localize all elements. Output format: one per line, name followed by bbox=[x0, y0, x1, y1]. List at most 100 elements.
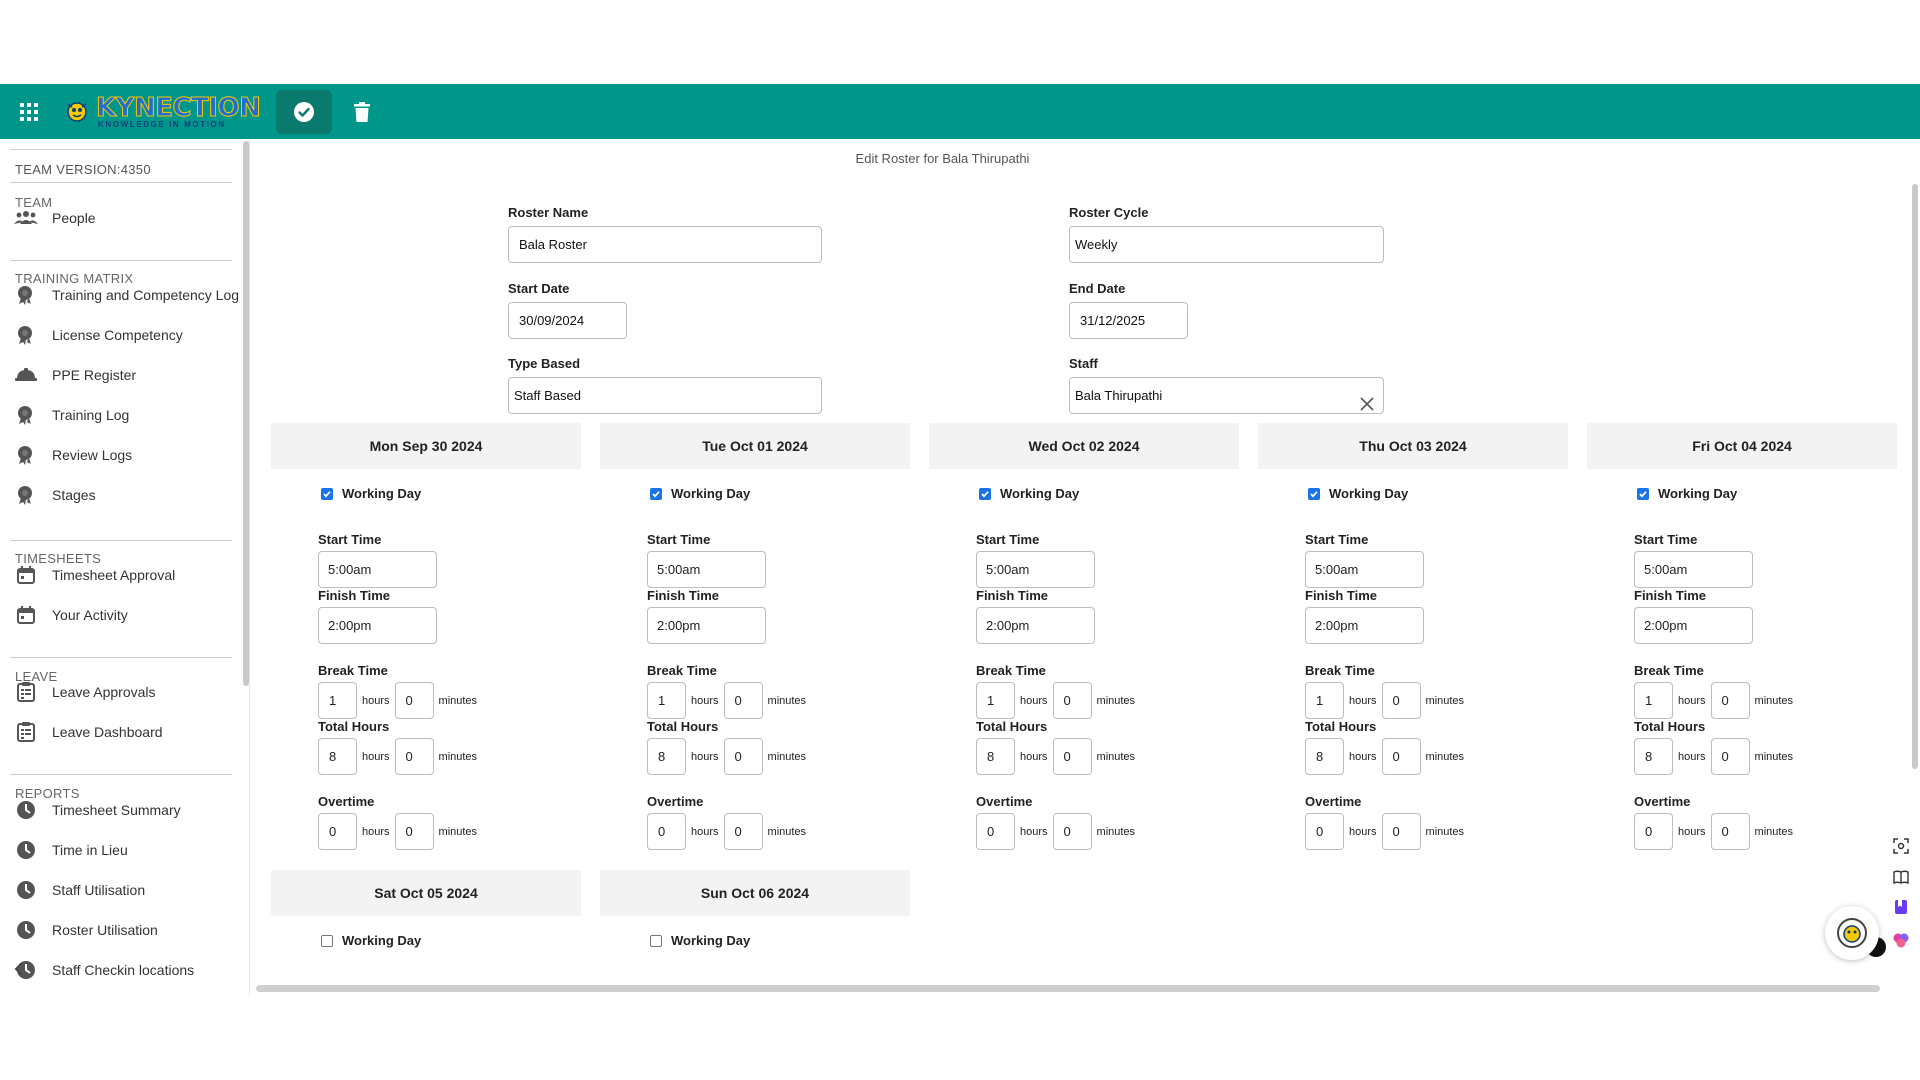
finish-time-input[interactable]: 2:00pm bbox=[318, 607, 437, 644]
total-hours-minutes-input[interactable]: 0 bbox=[1052, 738, 1092, 775]
apps-grid-icon[interactable] bbox=[20, 103, 38, 121]
page-title: Edit Roster for Bala Thirupathi bbox=[855, 151, 1030, 166]
break-time-minutes-input[interactable]: 0 bbox=[1710, 682, 1750, 719]
start-date-input[interactable]: 30/09/2024 bbox=[508, 302, 627, 339]
vertical-scrollbar[interactable] bbox=[1912, 184, 1918, 769]
start-date-label: Start Date bbox=[508, 281, 570, 296]
roster-name-input[interactable]: Bala Roster bbox=[508, 226, 822, 263]
sidebar-scrollbar[interactable] bbox=[243, 141, 249, 686]
total-hours-hours-input[interactable]: 8 bbox=[1634, 738, 1673, 775]
start-time-input[interactable]: 5:00am bbox=[976, 551, 1095, 588]
end-date-input[interactable]: 31/12/2025 bbox=[1069, 302, 1188, 339]
total-hours-hours-input[interactable]: 8 bbox=[647, 738, 686, 775]
total-hours-minutes-input[interactable]: 0 bbox=[723, 738, 763, 775]
sidebar-item-label: Training and Competency Log bbox=[52, 287, 240, 303]
sidebar-item-your-activity[interactable]: Your Activity bbox=[10, 598, 240, 632]
assistant-avatar-button[interactable] bbox=[1825, 906, 1879, 960]
working-day-checkbox[interactable]: Working Day bbox=[321, 486, 421, 501]
overtime-hours-input[interactable]: 0 bbox=[318, 813, 357, 850]
overtime-hours-input[interactable]: 0 bbox=[976, 813, 1015, 850]
overtime-hours-input[interactable]: 0 bbox=[647, 813, 686, 850]
sidebar-item-leave-approvals[interactable]: Leave Approvals bbox=[10, 675, 240, 709]
break-time-minutes-input[interactable]: 0 bbox=[723, 682, 763, 719]
sidebar-item-people[interactable]: People bbox=[10, 201, 240, 235]
sidebar-item-training-log[interactable]: Training Log bbox=[10, 398, 240, 432]
overtime-hours-input[interactable]: 0 bbox=[1634, 813, 1673, 850]
start-time-input[interactable]: 5:00am bbox=[647, 551, 766, 588]
break-time-hours-input[interactable]: 1 bbox=[318, 682, 357, 719]
break-time-minutes-input[interactable]: 0 bbox=[394, 682, 434, 719]
book-icon[interactable] bbox=[1892, 868, 1910, 886]
break-time-minutes-input[interactable]: 0 bbox=[1381, 682, 1421, 719]
working-day-label: Working Day bbox=[1329, 486, 1409, 501]
bookmark-icon[interactable] bbox=[1892, 898, 1910, 916]
checkbox-icon[interactable] bbox=[321, 934, 333, 947]
start-time-input[interactable]: 5:00am bbox=[1305, 551, 1424, 588]
overtime-minutes-input[interactable]: 0 bbox=[1710, 813, 1750, 850]
break-time-hours-input[interactable]: 1 bbox=[1634, 682, 1673, 719]
overtime-label: Overtime bbox=[1634, 794, 1691, 809]
total-hours-hours-input[interactable]: 8 bbox=[318, 738, 357, 775]
sidebar-item-training-and-competency-log[interactable]: Training and Competency Log bbox=[10, 278, 240, 312]
total-hours-minutes-input[interactable]: 0 bbox=[394, 738, 434, 775]
overtime-minutes-input[interactable]: 0 bbox=[394, 813, 434, 850]
finish-time-label: Finish Time bbox=[976, 588, 1048, 603]
total-hours-hours-input[interactable]: 8 bbox=[1305, 738, 1344, 775]
sidebar-item-timesheet-approval[interactable]: Timesheet Approval bbox=[10, 558, 240, 592]
staff-select[interactable]: Bala Thirupathi bbox=[1069, 377, 1384, 414]
finish-time-input[interactable]: 2:00pm bbox=[976, 607, 1095, 644]
sidebar-item-staff-checkin-locations[interactable]: Staff Checkin locations bbox=[10, 953, 240, 987]
sidebar-item-time-in-lieu[interactable]: Time in Lieu bbox=[10, 833, 240, 867]
total-hours-hours-input[interactable]: 8 bbox=[976, 738, 1015, 775]
save-button[interactable] bbox=[276, 90, 332, 134]
roster-cycle-select[interactable]: Weekly bbox=[1069, 226, 1384, 263]
break-time-hours-input[interactable]: 1 bbox=[1305, 682, 1344, 719]
working-day-checkbox[interactable]: Working Day bbox=[650, 933, 750, 948]
working-day-checkbox[interactable]: Working Day bbox=[321, 933, 421, 948]
start-time-input[interactable]: 5:00am bbox=[1634, 551, 1753, 588]
start-time-label: Start Time bbox=[1305, 532, 1369, 547]
type-based-select[interactable]: Staff Based bbox=[508, 377, 822, 414]
checkbox-icon[interactable] bbox=[1637, 487, 1649, 500]
overtime-minutes-input[interactable]: 0 bbox=[723, 813, 763, 850]
delete-button[interactable] bbox=[350, 98, 374, 126]
start-time-input[interactable]: 5:00am bbox=[318, 551, 437, 588]
working-day-checkbox[interactable]: Working Day bbox=[1308, 486, 1408, 501]
brain-icon[interactable] bbox=[1892, 931, 1910, 949]
finish-time-input[interactable]: 2:00pm bbox=[1305, 607, 1424, 644]
break-time-hours-input[interactable]: 1 bbox=[976, 682, 1015, 719]
sidebar-item-review-logs[interactable]: Review Logs bbox=[10, 438, 240, 472]
roster-cycle-label: Roster Cycle bbox=[1069, 205, 1149, 220]
collapse-sidebar-button[interactable] bbox=[8, 958, 30, 980]
sidebar-item-roster-utilisation[interactable]: Roster Utilisation bbox=[10, 913, 240, 947]
sidebar-item-stages[interactable]: Stages bbox=[10, 478, 240, 512]
working-day-checkbox[interactable]: Working Day bbox=[1637, 486, 1737, 501]
checkbox-icon[interactable] bbox=[979, 487, 991, 500]
break-time-minutes-input[interactable]: 0 bbox=[1052, 682, 1092, 719]
break-time-hours-input[interactable]: 1 bbox=[647, 682, 686, 719]
day-header: Fri Oct 04 2024 bbox=[1587, 423, 1897, 469]
working-day-checkbox[interactable]: Working Day bbox=[979, 486, 1079, 501]
total-hours-minutes-input[interactable]: 0 bbox=[1381, 738, 1421, 775]
screenshot-icon[interactable] bbox=[1892, 837, 1910, 855]
overtime-minutes-input[interactable]: 0 bbox=[1381, 813, 1421, 850]
finish-time-input[interactable]: 2:00pm bbox=[1634, 607, 1753, 644]
clear-staff-button[interactable] bbox=[1357, 394, 1377, 414]
sidebar-item-leave-dashboard[interactable]: Leave Dashboard bbox=[10, 715, 240, 749]
sidebar-item-ppe-register[interactable]: PPE Register bbox=[10, 358, 240, 392]
finish-time-input[interactable]: 2:00pm bbox=[647, 607, 766, 644]
checkbox-icon[interactable] bbox=[650, 934, 662, 947]
start-time-label: Start Time bbox=[976, 532, 1040, 547]
sidebar-item-staff-utilisation[interactable]: Staff Utilisation bbox=[10, 873, 240, 907]
total-hours-minutes-input[interactable]: 0 bbox=[1710, 738, 1750, 775]
sidebar-item-license-competency[interactable]: License Competency bbox=[10, 318, 240, 352]
horizontal-scrollbar[interactable] bbox=[256, 985, 1880, 992]
checkbox-icon[interactable] bbox=[321, 487, 333, 500]
overtime-hours-input[interactable]: 0 bbox=[1305, 813, 1344, 850]
sidebar-item-label: Roster Utilisation bbox=[52, 922, 158, 938]
checkbox-icon[interactable] bbox=[650, 487, 662, 500]
checkbox-icon[interactable] bbox=[1308, 487, 1320, 500]
overtime-minutes-input[interactable]: 0 bbox=[1052, 813, 1092, 850]
working-day-checkbox[interactable]: Working Day bbox=[650, 486, 750, 501]
sidebar-item-timesheet-summary[interactable]: Timesheet Summary bbox=[10, 793, 240, 827]
